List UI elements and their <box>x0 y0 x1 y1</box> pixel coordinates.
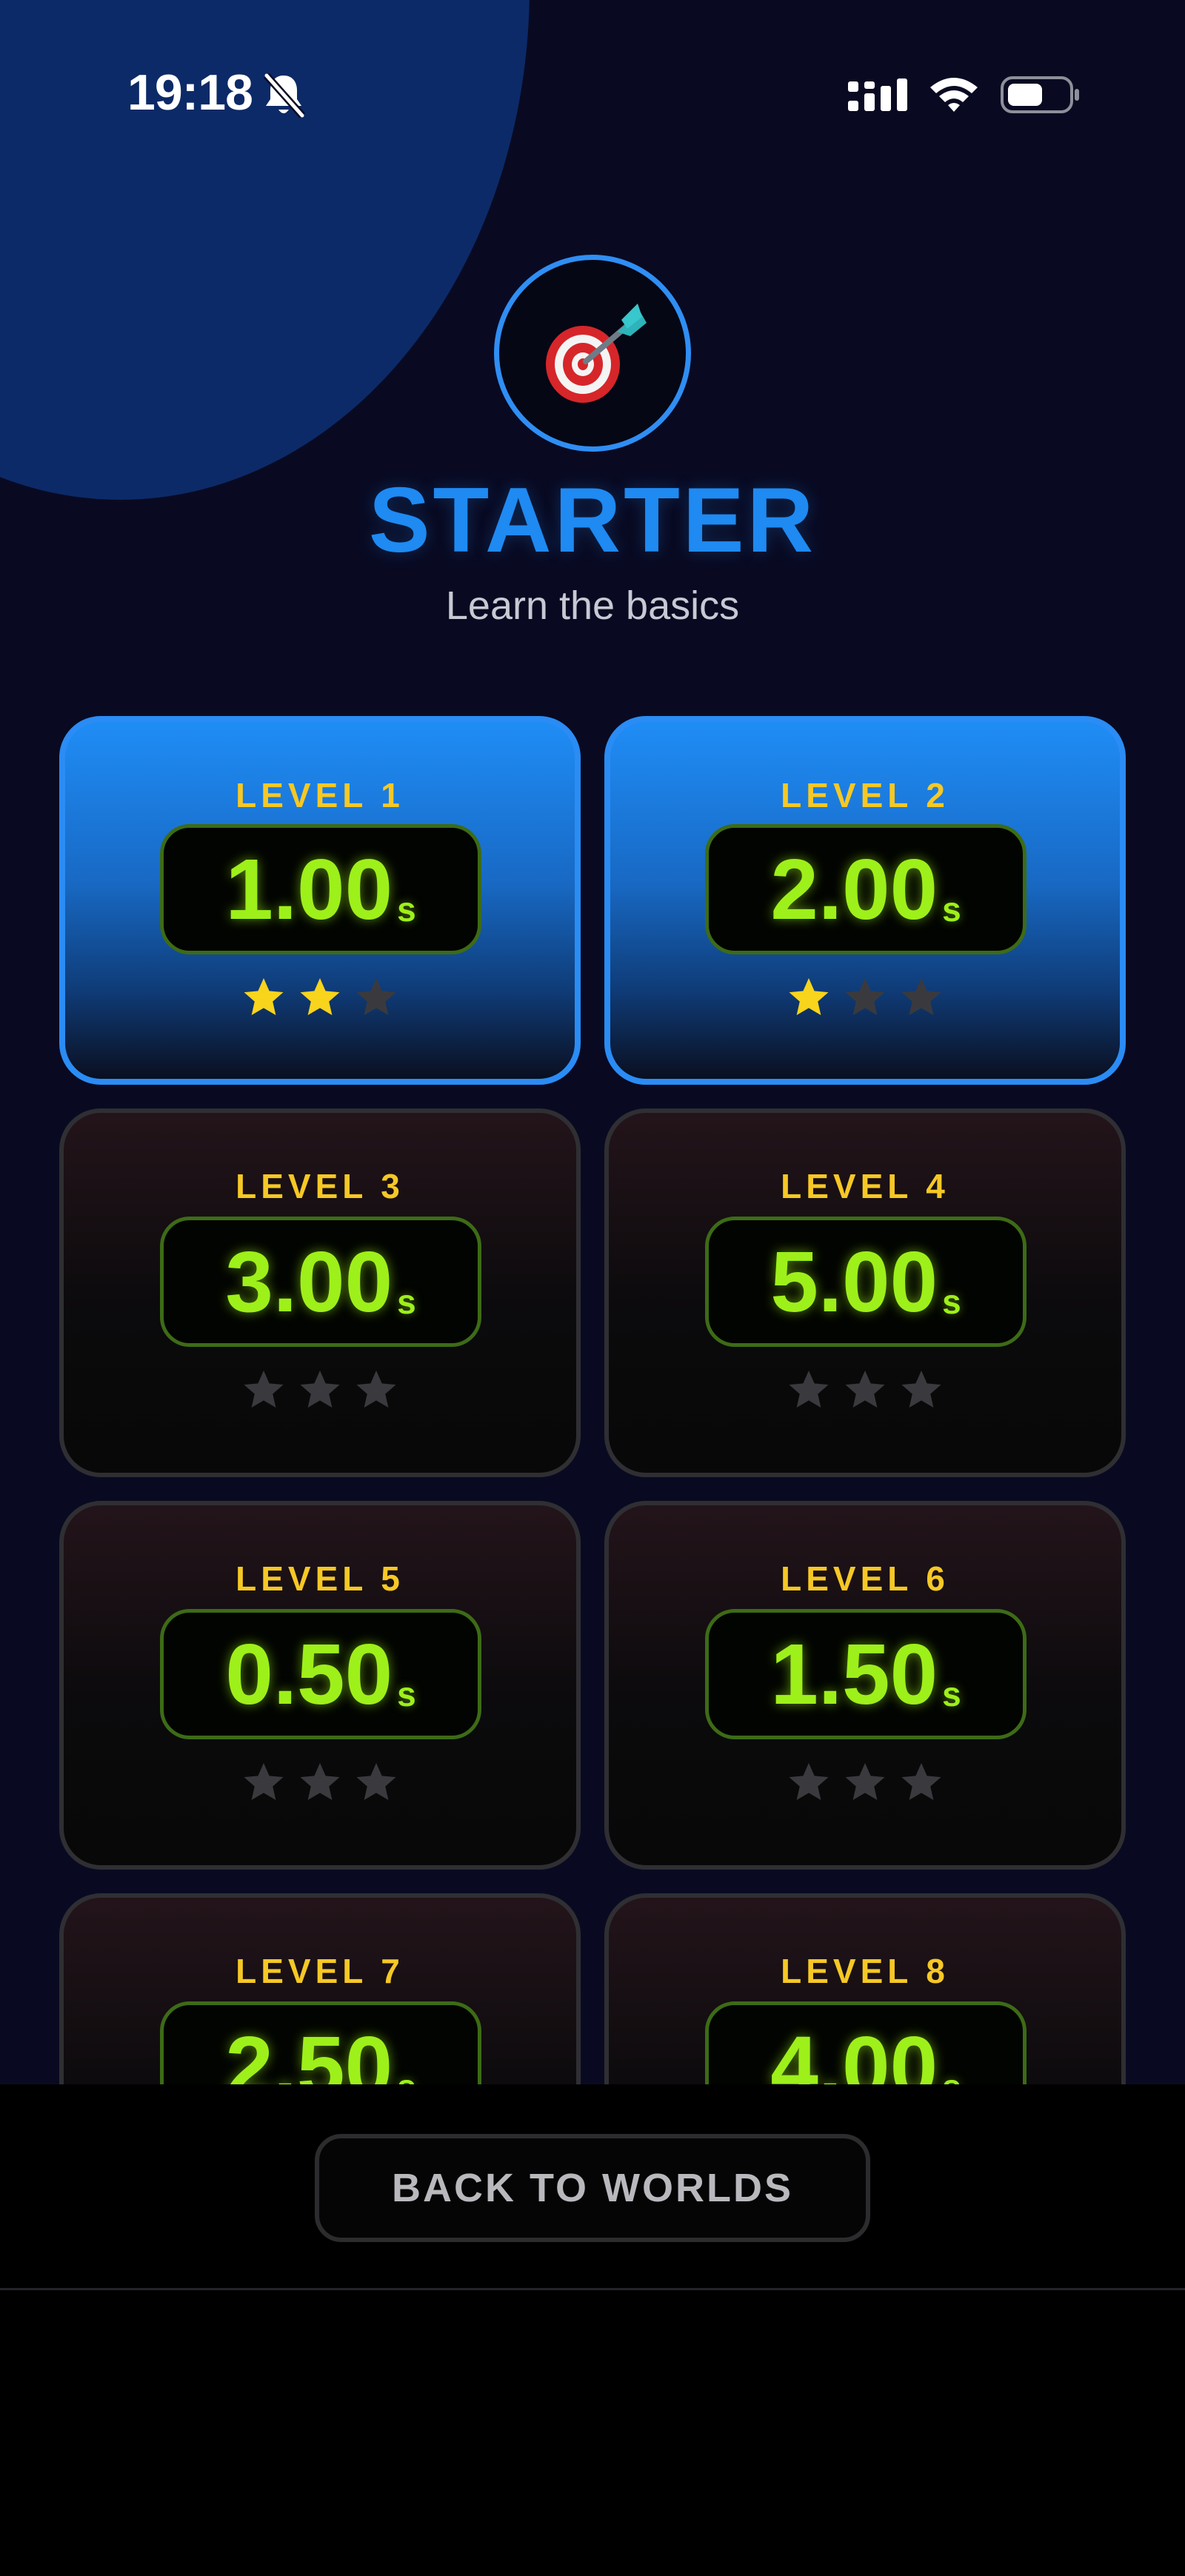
star-rating <box>65 976 575 1028</box>
star-rating <box>64 1368 576 1420</box>
time-unit: s <box>397 1675 416 1713</box>
level-card[interactable]: LEVEL 4 5.00 s <box>604 1108 1126 1477</box>
level-target-time: 4.00s <box>705 2001 1027 2084</box>
time-value: 1.00 <box>225 841 393 937</box>
star-empty-icon <box>845 978 885 1015</box>
star-empty-icon <box>356 1371 396 1408</box>
star-empty-icon <box>244 1371 284 1408</box>
star-filled-icon <box>789 978 829 1015</box>
level-label: LEVEL 1 <box>236 776 404 814</box>
time-unit: s <box>942 890 961 929</box>
level-target-time: 3.00 s <box>160 1217 481 1347</box>
time-value: 2.50 <box>225 2018 393 2084</box>
star-filled-icon <box>300 978 340 1015</box>
star-empty-icon <box>244 1763 284 1800</box>
level-label: LEVEL 8 <box>781 1952 949 1990</box>
level-card[interactable]: LEVEL 8 4.00s <box>604 1893 1126 2084</box>
level-select-screen: 19:18 STARTER Learn the basics LEVEL 1 1… <box>0 0 1185 2084</box>
level-grid: LEVEL 1 1.00 s LEVEL 2 2.00 s LEVEL 3 3.00 s LEVE… <box>0 0 1185 2084</box>
level-target-time: 2.50s <box>160 2001 481 2084</box>
time-value: 5.00 <box>770 1234 938 1330</box>
star-empty-icon <box>356 1763 396 1800</box>
star-rating <box>609 1368 1121 1420</box>
time-value: 2.00 <box>770 841 938 937</box>
level-card[interactable]: LEVEL 6 1.50 s <box>604 1501 1126 1870</box>
star-empty-icon <box>901 1763 941 1800</box>
time-unit: s <box>942 1675 961 1713</box>
level-label: LEVEL 4 <box>781 1167 949 1205</box>
star-empty-icon <box>845 1371 885 1408</box>
star-rating <box>609 1761 1121 1813</box>
star-empty-icon <box>789 1763 829 1800</box>
star-empty-icon <box>901 1371 941 1408</box>
star-empty-icon <box>356 978 396 1015</box>
level-label: LEVEL 5 <box>236 1559 404 1598</box>
star-rating <box>64 1761 576 1813</box>
level-label: LEVEL 7 <box>236 1952 404 1990</box>
star-empty-icon <box>300 1763 340 1800</box>
level-card[interactable]: LEVEL 7 2.50s <box>59 1893 581 2084</box>
time-unit: s <box>942 1282 961 1321</box>
level-label: LEVEL 3 <box>236 1167 404 1205</box>
star-rating <box>610 976 1120 1028</box>
time-value: 0.50 <box>225 1626 393 1722</box>
star-empty-icon <box>789 1371 829 1408</box>
level-card[interactable]: LEVEL 3 3.00 s <box>59 1108 581 1477</box>
level-target-time: 1.00 s <box>160 824 481 954</box>
time-unit: s <box>397 890 416 929</box>
divider <box>0 2288 1185 2290</box>
level-card[interactable]: LEVEL 5 0.50 s <box>59 1501 581 1870</box>
time-unit: s <box>397 1282 416 1321</box>
star-empty-icon <box>845 1763 885 1800</box>
time-unit: s <box>942 2067 961 2084</box>
level-target-time: 5.00 s <box>705 1217 1027 1347</box>
level-card[interactable]: LEVEL 1 1.00 s <box>59 716 581 1085</box>
level-label: LEVEL 6 <box>781 1559 949 1598</box>
time-value: 4.00 <box>770 2018 938 2084</box>
level-target-time: 1.50 s <box>705 1609 1027 1739</box>
back-to-worlds-button[interactable]: BACK TO WORLDS <box>315 2134 870 2242</box>
level-card[interactable]: LEVEL 2 2.00 s <box>604 716 1126 1085</box>
level-target-time: 0.50 s <box>160 1609 481 1739</box>
time-value: 1.50 <box>770 1626 938 1722</box>
star-empty-icon <box>901 978 941 1015</box>
star-filled-icon <box>244 978 284 1015</box>
star-empty-icon <box>300 1371 340 1408</box>
time-value: 3.00 <box>225 1234 393 1330</box>
level-target-time: 2.00 s <box>705 824 1027 954</box>
level-label: LEVEL 2 <box>781 776 949 814</box>
time-unit: s <box>397 2067 416 2084</box>
